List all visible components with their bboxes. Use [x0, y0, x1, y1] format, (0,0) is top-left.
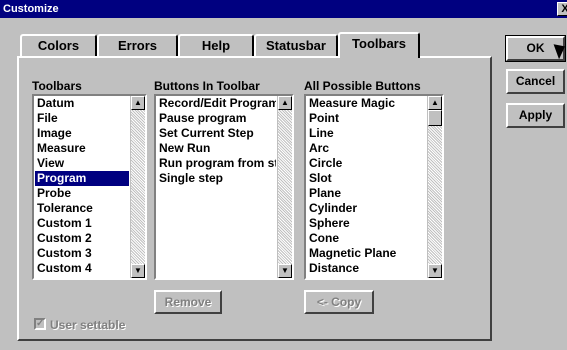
scroll-up-button[interactable]: ▲	[131, 96, 145, 110]
list-item[interactable]: Magnetic Plane	[307, 246, 426, 261]
list-item[interactable]: Custom 1	[35, 216, 129, 231]
list-item[interactable]: Custom 2	[35, 231, 129, 246]
tab-label: Statusbar	[266, 38, 326, 53]
all-buttons-scrollbar[interactable]: ▲ ▼	[427, 96, 442, 278]
list-item[interactable]: Sphere	[307, 216, 426, 231]
toolbars-scrollbar[interactable]: ▲ ▼	[130, 96, 145, 278]
list-item[interactable]: Record/Edit Program	[157, 96, 276, 111]
list-item[interactable]: Image	[35, 126, 129, 141]
list-item[interactable]: Single step	[157, 171, 276, 186]
toolbars-list[interactable]: Datum File Image Measure View Program Pr…	[32, 94, 147, 280]
list-item[interactable]: Measure Magic	[307, 96, 426, 111]
scroll-down-button[interactable]: ▼	[428, 264, 442, 278]
copy-button[interactable]: <- Copy	[304, 290, 374, 314]
tab-colors[interactable]: Colors	[20, 34, 97, 56]
list-item[interactable]: Cylinder	[307, 201, 426, 216]
buttons-in-toolbar-label: Buttons In Toolbar	[154, 79, 260, 93]
tab-label: Colors	[37, 38, 80, 53]
list-item[interactable]: File	[35, 111, 129, 126]
list-item[interactable]: Cone	[307, 231, 426, 246]
tab-help[interactable]: Help	[178, 34, 254, 56]
user-settable-label: User settable	[50, 318, 126, 332]
customize-dialog: Customize X Colors Errors Help Statusbar…	[0, 0, 567, 350]
list-item[interactable]: Plane	[307, 186, 426, 201]
list-item[interactable]: Point	[307, 111, 426, 126]
list-item[interactable]: Set Current Step	[157, 126, 276, 141]
list-item[interactable]: Run program from st	[157, 156, 276, 171]
tab-toolbars[interactable]: Toolbars	[338, 32, 420, 58]
close-button[interactable]: X	[557, 2, 567, 16]
list-item[interactable]: Custom 3	[35, 246, 129, 261]
list-item[interactable]: Tolerance	[35, 201, 129, 216]
scroll-down-button[interactable]: ▼	[278, 264, 292, 278]
list-item[interactable]: Measure	[35, 141, 129, 156]
buttons-in-toolbar-list[interactable]: Record/Edit Program Pause program Set Cu…	[154, 94, 294, 280]
list-item[interactable]: Custom 4	[35, 261, 129, 276]
tab-errors[interactable]: Errors	[97, 34, 178, 56]
tab-label: Errors	[117, 38, 158, 53]
scroll-thumb[interactable]	[428, 110, 442, 126]
list-item[interactable]: View	[35, 156, 129, 171]
apply-button[interactable]: Apply	[506, 103, 565, 128]
list-item[interactable]: Arc	[307, 141, 426, 156]
tab-label: Help	[201, 38, 231, 53]
list-item[interactable]: Distance	[307, 261, 426, 276]
list-item[interactable]: Circle	[307, 156, 426, 171]
title-bar: Customize X	[0, 0, 567, 18]
list-item[interactable]: Probe	[35, 186, 129, 201]
user-settable-checkbox[interactable]: ✓	[34, 318, 46, 330]
scroll-up-button[interactable]: ▲	[428, 96, 442, 110]
all-buttons-label: All Possible Buttons	[304, 79, 421, 93]
list-item[interactable]: New Run	[157, 141, 276, 156]
list-item-selected[interactable]: Program	[35, 171, 129, 186]
scroll-down-button[interactable]: ▼	[131, 264, 145, 278]
list-item[interactable]: Datum	[35, 96, 129, 111]
scroll-up-button[interactable]: ▲	[278, 96, 292, 110]
list-item[interactable]: Slot	[307, 171, 426, 186]
list-item[interactable]: Pause program	[157, 111, 276, 126]
tab-statusbar[interactable]: Statusbar	[254, 34, 338, 56]
buttons-in-toolbar-scrollbar[interactable]: ▲ ▼	[277, 96, 292, 278]
remove-button[interactable]: Remove	[154, 290, 222, 314]
tab-label: Toolbars	[352, 36, 406, 51]
cancel-button[interactable]: Cancel	[506, 69, 565, 94]
list-item[interactable]: Line	[307, 126, 426, 141]
toolbars-label: Toolbars	[32, 79, 82, 93]
all-buttons-list[interactable]: Measure Magic Point Line Arc Circle Slot…	[304, 94, 444, 280]
window-title: Customize	[3, 3, 59, 15]
